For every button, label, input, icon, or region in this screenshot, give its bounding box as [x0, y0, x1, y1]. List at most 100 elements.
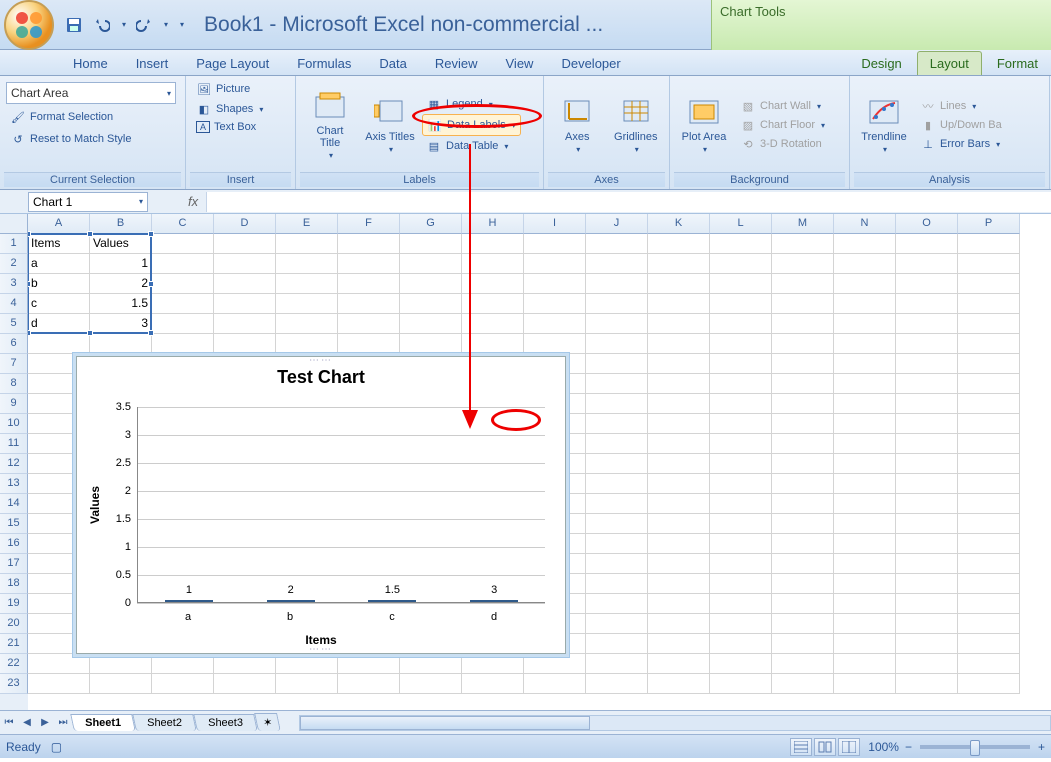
bar-data-label[interactable]: 3 — [464, 584, 524, 596]
cell[interactable] — [958, 534, 1020, 554]
row-header[interactable]: 9 — [0, 394, 28, 414]
row-header[interactable]: 18 — [0, 574, 28, 594]
cell[interactable] — [958, 434, 1020, 454]
col-header[interactable]: C — [152, 214, 214, 234]
cell[interactable] — [586, 274, 648, 294]
cell[interactable] — [276, 314, 338, 334]
cell[interactable]: Items — [28, 234, 90, 254]
fx-icon[interactable]: fx — [188, 194, 198, 209]
tab-formulas[interactable]: Formulas — [284, 51, 364, 75]
plot-area-button[interactable]: Plot Area▾ — [676, 85, 732, 165]
cell[interactable] — [896, 634, 958, 654]
cell[interactable] — [152, 314, 214, 334]
cell[interactable] — [648, 514, 710, 534]
row-header[interactable]: 4 — [0, 294, 28, 314]
cell[interactable] — [772, 414, 834, 434]
cell[interactable] — [710, 414, 772, 434]
cell[interactable] — [958, 354, 1020, 374]
text-box-button[interactable]: AText Box — [192, 120, 260, 134]
cell[interactable] — [896, 574, 958, 594]
cell[interactable] — [400, 274, 462, 294]
column-headers[interactable]: ABCDEFGHIJKLMNOP — [28, 214, 1051, 234]
cell[interactable] — [772, 474, 834, 494]
chart-y-axis[interactable]: 00.511.522.533.5 — [101, 407, 131, 603]
cell[interactable]: 3 — [90, 314, 152, 334]
cell[interactable] — [710, 534, 772, 554]
axis-titles-button[interactable]: Axis Titles▾ — [362, 85, 418, 165]
cell[interactable] — [586, 254, 648, 274]
chart-title-button[interactable]: Chart Title▾ — [302, 85, 358, 165]
cell[interactable] — [586, 394, 648, 414]
cell[interactable] — [586, 494, 648, 514]
cell[interactable] — [648, 634, 710, 654]
cell[interactable] — [276, 294, 338, 314]
cell[interactable] — [710, 574, 772, 594]
cell[interactable] — [710, 614, 772, 634]
cell[interactable] — [896, 554, 958, 574]
redo-dropdown[interactable]: ▾ — [164, 20, 168, 29]
3d-rotation-button[interactable]: ⟲3-D Rotation — [736, 135, 829, 153]
cell[interactable] — [276, 334, 338, 354]
cell[interactable] — [586, 514, 648, 534]
cell[interactable] — [834, 334, 896, 354]
cell[interactable] — [586, 414, 648, 434]
cell[interactable] — [772, 554, 834, 574]
cell[interactable] — [648, 374, 710, 394]
trendline-button[interactable]: Trendline▾ — [856, 85, 912, 165]
cell[interactable] — [772, 454, 834, 474]
cell[interactable] — [586, 434, 648, 454]
cell[interactable] — [586, 674, 648, 694]
cell[interactable] — [710, 654, 772, 674]
worksheet-grid[interactable]: 1234567891011121314151617181920212223 AB… — [0, 214, 1051, 710]
horizontal-scrollbar[interactable] — [299, 715, 1051, 731]
zoom-level[interactable]: 100% — [868, 740, 899, 754]
cell[interactable] — [586, 534, 648, 554]
bar-data-label[interactable]: 1 — [159, 584, 219, 596]
cell[interactable] — [710, 514, 772, 534]
row-header[interactable]: 2 — [0, 254, 28, 274]
cell[interactable] — [28, 334, 90, 354]
cell[interactable] — [896, 394, 958, 414]
cell[interactable] — [710, 594, 772, 614]
cell[interactable] — [896, 234, 958, 254]
cell[interactable] — [896, 454, 958, 474]
cell[interactable] — [772, 654, 834, 674]
cell[interactable]: 1.5 — [90, 294, 152, 314]
col-header[interactable]: I — [524, 214, 586, 234]
col-header[interactable]: H — [462, 214, 524, 234]
cell[interactable] — [648, 434, 710, 454]
sheet-tab-1[interactable]: Sheet1 — [70, 714, 136, 731]
tab-page-layout[interactable]: Page Layout — [183, 51, 282, 75]
bar[interactable] — [267, 600, 315, 602]
cell[interactable] — [958, 374, 1020, 394]
sheet-tab-2[interactable]: Sheet2 — [132, 714, 196, 731]
format-selection-button[interactable]: 🖌Format Selection — [6, 108, 117, 126]
col-header[interactable]: O — [896, 214, 958, 234]
cell[interactable] — [958, 634, 1020, 654]
cell[interactable] — [772, 594, 834, 614]
cell[interactable] — [152, 254, 214, 274]
cell[interactable] — [958, 394, 1020, 414]
cell[interactable] — [772, 354, 834, 374]
cell[interactable] — [834, 374, 896, 394]
cell[interactable] — [834, 674, 896, 694]
cell[interactable] — [834, 594, 896, 614]
cell[interactable] — [772, 274, 834, 294]
row-header[interactable]: 22 — [0, 654, 28, 674]
row-header[interactable]: 21 — [0, 634, 28, 654]
col-header[interactable]: F — [338, 214, 400, 234]
cell[interactable] — [772, 674, 834, 694]
row-header[interactable]: 11 — [0, 434, 28, 454]
cell[interactable] — [648, 594, 710, 614]
chart-wall-button[interactable]: ▧Chart Wall▾ — [736, 97, 829, 115]
cell[interactable] — [896, 274, 958, 294]
cell[interactable] — [834, 634, 896, 654]
cell[interactable] — [958, 234, 1020, 254]
cell[interactable] — [276, 274, 338, 294]
row-header[interactable]: 3 — [0, 274, 28, 294]
cell[interactable] — [958, 254, 1020, 274]
cell[interactable] — [772, 334, 834, 354]
cell[interactable] — [400, 254, 462, 274]
cell[interactable] — [648, 494, 710, 514]
cell[interactable] — [586, 474, 648, 494]
